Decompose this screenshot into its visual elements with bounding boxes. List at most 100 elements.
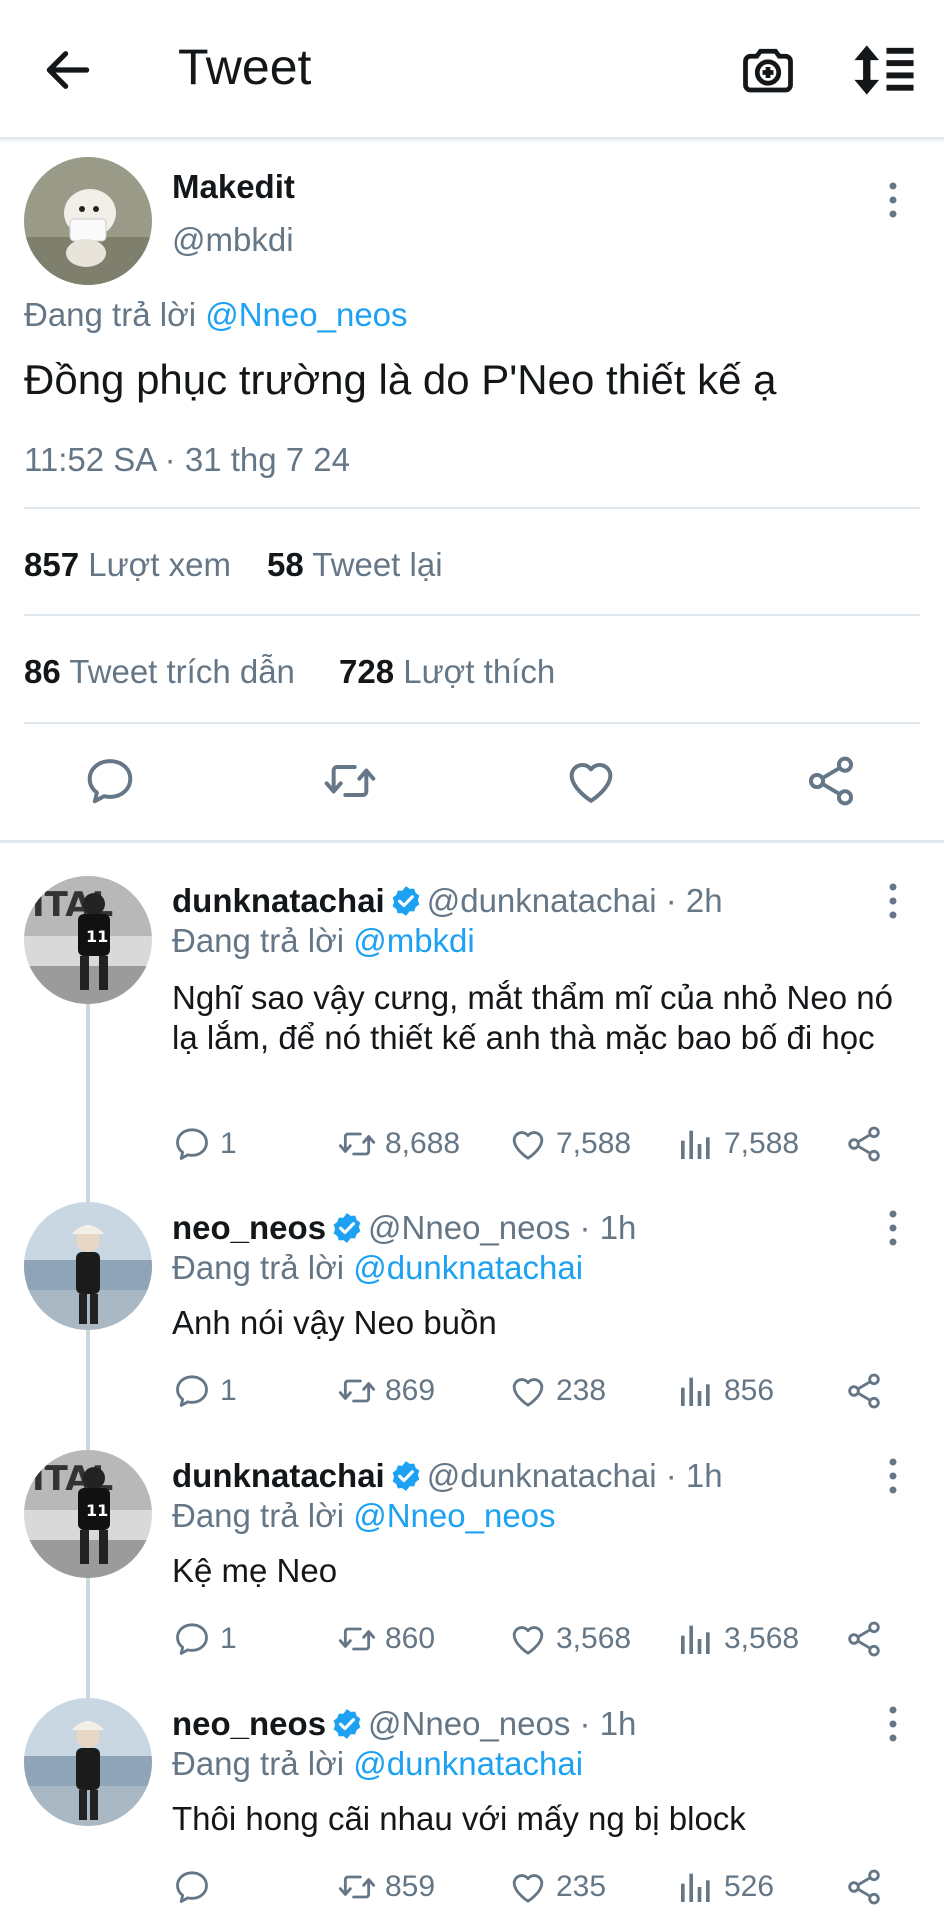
reply-icon [172,1124,212,1164]
reply-button[interactable]: 1 [172,1617,237,1661]
more-vertical-icon[interactable] [883,1456,903,1496]
author-handle[interactable]: @mbkdi [172,221,294,259]
thread-line [86,1330,90,1450]
mention-link[interactable]: @dunknatachai [353,1249,583,1286]
mention-link[interactable]: @mbkdi [353,922,475,959]
author-handle[interactable]: @Nneo_neos [368,1705,570,1742]
more-vertical-icon[interactable] [883,1704,903,1744]
like-icon [508,1124,548,1164]
views-button[interactable]: 856 [676,1369,774,1413]
reply-time: · 2h [665,882,723,919]
author-name[interactable]: dunknatachai [172,882,385,919]
author-handle[interactable]: @dunknatachai [427,1457,657,1494]
likes-stat[interactable]: 728 Lượt thích [339,653,555,691]
quotes-stat[interactable]: 86 Tweet trích dẫn [24,653,295,691]
more-vertical-icon[interactable] [883,1208,903,1248]
reply-header: neo_neos @Nneo_neos · 1h [172,1209,636,1247]
retweet-icon [337,1124,377,1164]
avatar[interactable] [24,876,152,1004]
share-icon [844,1371,884,1411]
replying-to: Đang trả lời @dunknatachai [172,1745,584,1782]
views-icon [676,1371,716,1411]
tweet-timestamp: 11:52 SA · 31 thg 7 24 [24,441,350,478]
verified-badge-icon [389,1459,423,1493]
like-button[interactable]: 3,568 [508,1617,631,1661]
camera-plus-icon[interactable] [738,40,798,100]
divider [24,507,920,509]
like-button[interactable]: 7,588 [508,1122,631,1166]
mention-link[interactable]: @dunknatachai [353,1745,583,1782]
like-icon[interactable] [563,753,619,809]
avatar[interactable] [24,157,152,285]
page-title: Tweet [178,39,312,95]
share-button[interactable] [844,1369,892,1413]
reply-text: Thôi hong cãi nhau với mấy ng bị block [172,1800,746,1837]
avatar[interactable] [24,1698,152,1826]
share-button[interactable] [844,1617,892,1661]
sort-icon[interactable] [852,40,916,100]
retweet-icon[interactable] [322,753,378,809]
reply-icon [172,1867,212,1907]
reply-button[interactable]: 1 [172,1369,237,1413]
reply-text: Nghĩ sao vậy cưng, mắt thẩm mĩ của nhỏ N… [172,979,893,1056]
tweet-text: Đồng phục trường là do P'Neo thiết kế ạ [24,356,777,403]
share-icon [844,1867,884,1907]
replying-to: Đang trả lời @dunknatachai [172,1249,584,1286]
author-handle[interactable]: @Nneo_neos [368,1209,570,1246]
author-name[interactable]: dunknatachai [172,1457,385,1494]
avatar[interactable] [24,1202,152,1330]
more-vertical-icon[interactable] [883,180,903,220]
views-stat: 857 Lượt xem [24,546,231,583]
views-button[interactable]: 7,588 [676,1122,799,1166]
like-icon [508,1371,548,1411]
retweet-button[interactable]: 869 [337,1369,435,1413]
reply-header: dunknatachai @dunknatachai · 2h [172,882,723,920]
verified-badge-icon [330,1211,364,1245]
reply-icon [172,1371,212,1411]
author-name[interactable]: neo_neos [172,1705,326,1742]
share-button[interactable] [844,1865,892,1909]
verified-badge-icon [389,884,423,918]
mention-link[interactable]: @Nneo_neos [205,296,407,333]
retweet-button[interactable]: 8,688 [337,1122,460,1166]
more-vertical-icon[interactable] [883,881,903,921]
share-icon [844,1124,884,1164]
like-button[interactable]: 238 [508,1369,606,1413]
back-arrow-icon[interactable] [40,42,96,98]
top-bar: Tweet [0,0,944,139]
retweets-stat[interactable]: 58 Tweet lại [267,546,443,584]
views-icon [676,1124,716,1164]
section-divider [0,840,944,843]
divider [24,722,920,724]
reply-button[interactable]: 1 [172,1122,237,1166]
share-button[interactable] [844,1122,892,1166]
mention-link[interactable]: @Nneo_neos [353,1497,555,1534]
author-handle[interactable]: @dunknatachai [427,882,657,919]
reply-text: Anh nói vậy Neo buồn [172,1304,497,1341]
like-button[interactable]: 235 [508,1865,606,1909]
replying-to: Đang trả lời @Nneo_neos [172,1497,556,1534]
thread-line [86,1578,90,1698]
author-name[interactable]: neo_neos [172,1209,326,1246]
reply-button[interactable] [172,1865,220,1909]
retweet-button[interactable]: 859 [337,1865,435,1909]
reply-time: · 1h [579,1209,637,1246]
reply-header: dunknatachai @dunknatachai · 1h [172,1457,723,1495]
share-icon [844,1619,884,1659]
retweet-icon [337,1371,377,1411]
replying-to: Đang trả lời @Nneo_neos [24,296,408,333]
share-icon[interactable] [803,753,859,809]
reply-time: · 1h [579,1705,637,1742]
thread-line [86,1004,90,1202]
avatar[interactable] [24,1450,152,1578]
retweet-icon [337,1619,377,1659]
views-button[interactable]: 3,568 [676,1617,799,1661]
divider [24,614,920,616]
reply-icon[interactable] [82,753,138,809]
author-name[interactable]: Makedit [172,168,295,206]
retweet-button[interactable]: 860 [337,1617,435,1661]
views-button[interactable]: 526 [676,1865,774,1909]
replying-to: Đang trả lời @mbkdi [172,922,475,959]
verified-badge-icon [330,1707,364,1741]
retweet-icon [337,1867,377,1907]
